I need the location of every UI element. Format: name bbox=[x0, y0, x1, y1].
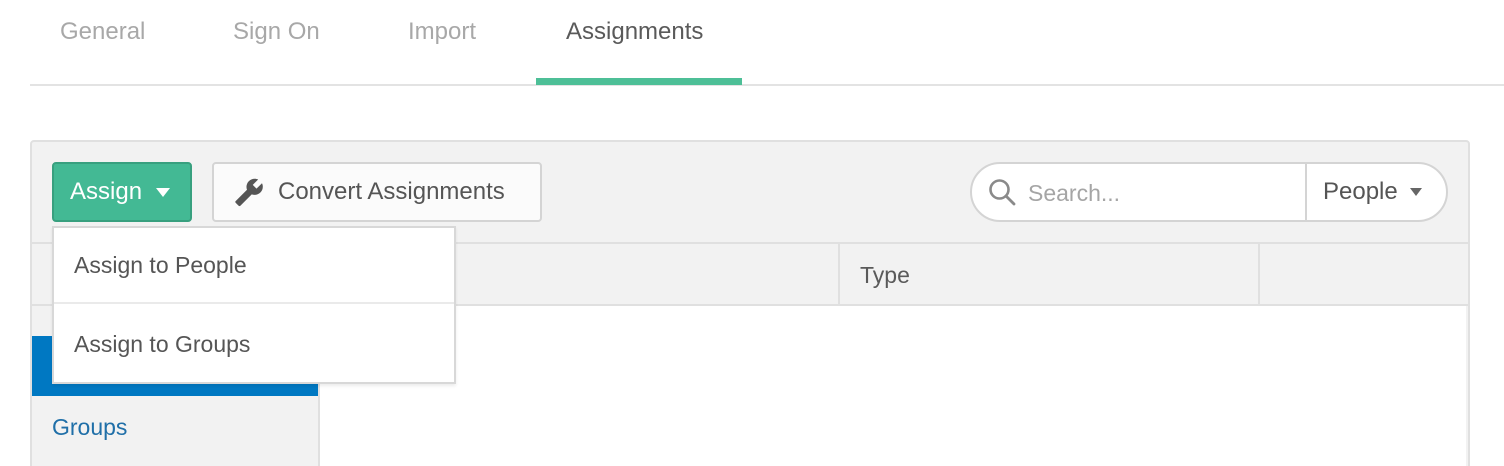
tab-assignments[interactable]: Assignments bbox=[566, 18, 703, 46]
caret-down-icon bbox=[156, 187, 171, 197]
search-scope-value: People bbox=[1323, 178, 1398, 205]
search-input[interactable] bbox=[1028, 176, 1298, 210]
sidebar-item-groups[interactable]: Groups bbox=[52, 414, 127, 441]
caret-down-icon bbox=[1409, 188, 1422, 196]
tab-bar: General Sign On Import Assignments bbox=[30, 0, 1504, 86]
convert-assignments-button[interactable]: Convert Assignments bbox=[212, 162, 542, 222]
active-tab-indicator bbox=[536, 78, 742, 85]
column-divider bbox=[838, 244, 840, 306]
assign-button[interactable]: Assign bbox=[52, 162, 192, 222]
assign-dropdown-menu: Assign to People Assign to Groups bbox=[52, 226, 456, 384]
search-icon bbox=[989, 179, 1016, 206]
tab-import[interactable]: Import bbox=[408, 18, 476, 46]
assignments-list bbox=[320, 306, 1466, 466]
search-scope-select[interactable]: People bbox=[1307, 164, 1446, 220]
convert-assignments-label: Convert Assignments bbox=[278, 178, 505, 205]
column-header-type[interactable]: Type bbox=[860, 262, 910, 289]
wrench-icon bbox=[235, 178, 263, 207]
menu-item-assign-to-groups[interactable]: Assign to Groups bbox=[54, 306, 454, 382]
column-divider bbox=[1258, 244, 1260, 306]
tab-general[interactable]: General bbox=[60, 18, 145, 46]
assign-button-label: Assign bbox=[70, 178, 143, 205]
search-box: People bbox=[970, 162, 1448, 222]
menu-item-assign-to-people[interactable]: Assign to People bbox=[54, 228, 454, 304]
tab-sign-on[interactable]: Sign On bbox=[233, 18, 320, 46]
